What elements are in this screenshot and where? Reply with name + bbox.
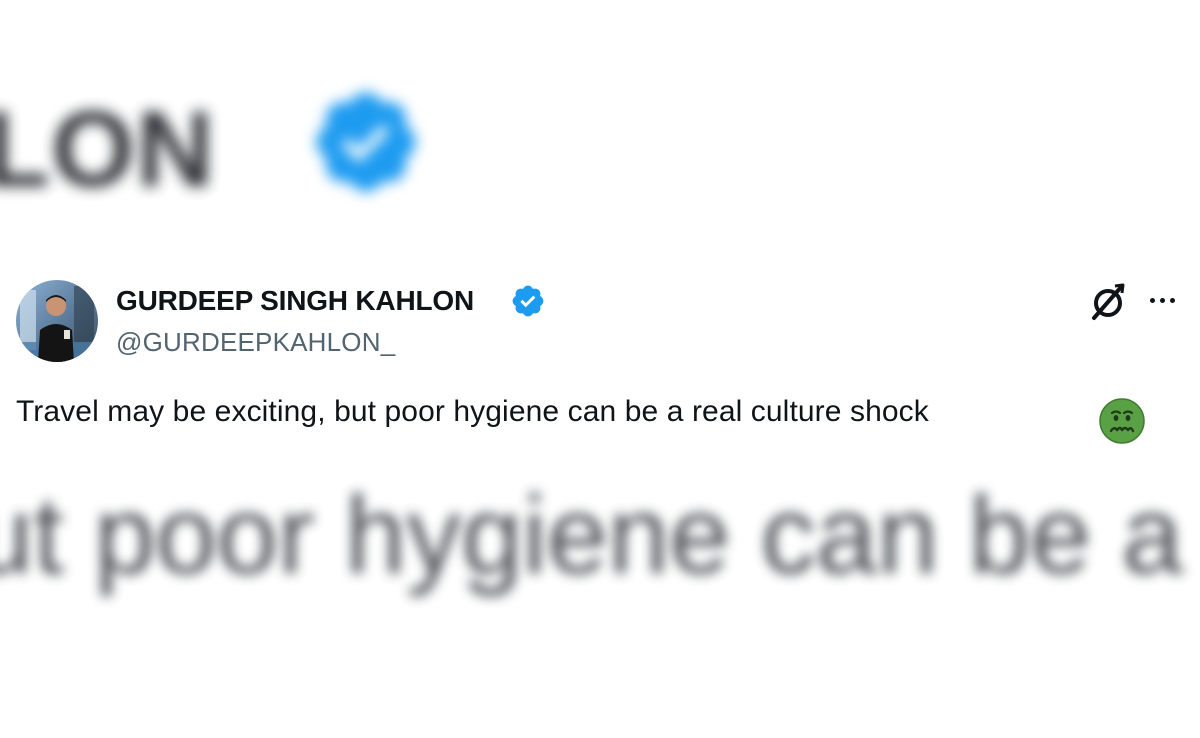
blurred-tweet-text: ut poor hygiene can be a <box>0 474 1183 597</box>
nauseated-face-emoji <box>1099 398 1145 444</box>
verified-badge-icon <box>512 285 544 317</box>
x-logo-icon[interactable] <box>1088 282 1128 322</box>
more-dot <box>1149 297 1155 303</box>
blurred-background-top: HLON <box>0 0 1200 250</box>
display-name[interactable]: GURDEEP SINGH KAHLON <box>116 285 474 317</box>
blurred-verified-badge-icon <box>316 92 416 192</box>
tweet-card: GURDEEP SINGH KAHLON @GURDEEPKAHLON_ Tra… <box>0 255 1200 470</box>
avatar[interactable] <box>16 280 98 362</box>
more-options-button[interactable] <box>1142 285 1182 315</box>
tweet-text: Travel may be exciting, but poor hygiene… <box>16 395 929 428</box>
blurred-background-bottom: ut poor hygiene can be a <box>0 470 1200 610</box>
more-dot <box>1159 297 1165 303</box>
more-dot <box>1169 297 1175 303</box>
user-handle[interactable]: @GURDEEPKAHLON_ <box>116 327 395 358</box>
blurred-name-text: HLON <box>0 88 215 209</box>
